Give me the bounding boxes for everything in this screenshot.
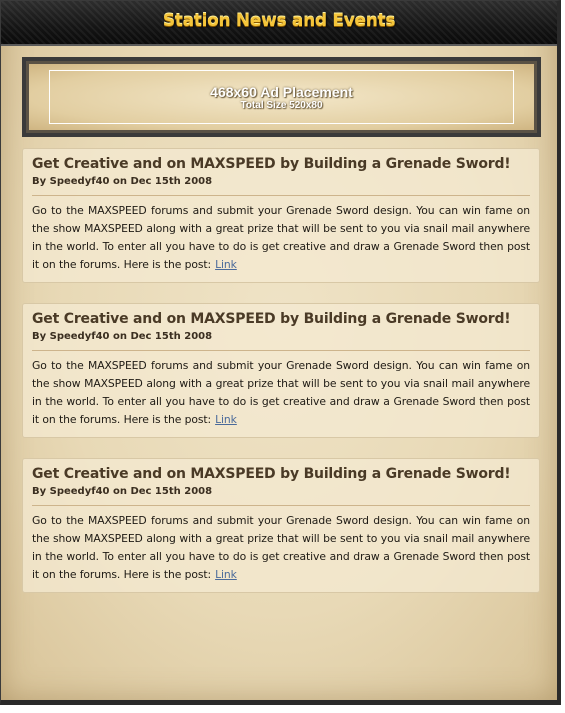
post-body-text: Go to the MAXSPEED forums and submit you… [32,204,530,271]
post-divider [32,195,530,196]
post-body: Go to the MAXSPEED forums and submit you… [32,357,530,429]
panel-header: Station News and Events [1,1,557,46]
post-title: Get Creative and on MAXSPEED by Building… [32,311,511,327]
ad-inner: 468x60 Ad Placement Total Size 520x80 [29,64,534,130]
panel-title: Station News and Events [162,11,396,31]
post-divider [32,350,530,351]
post-byline: By Speedyf40 on Dec 15th 2008 [32,331,213,342]
ad-frame: 468x60 Ad Placement Total Size 520x80 [49,70,514,124]
post-divider [32,505,530,506]
post-body-text: Go to the MAXSPEED forums and submit you… [32,514,530,581]
post-link[interactable]: Link [215,568,237,581]
post-body: Go to the MAXSPEED forums and submit you… [32,512,530,584]
news-post: Get Creative and on MAXSPEED by Building… [22,148,540,283]
post-link[interactable]: Link [215,413,237,426]
post-byline: By Speedyf40 on Dec 15th 2008 [32,486,213,497]
ad-sublabel: Total Size 520x80 [240,100,323,111]
news-panel: Station News and Events 468x60 Ad Placem… [0,0,561,705]
ad-label: 468x60 Ad Placement [210,84,353,100]
news-post: Get Creative and on MAXSPEED by Building… [22,303,540,438]
news-post: Get Creative and on MAXSPEED by Building… [22,458,540,593]
post-title: Get Creative and on MAXSPEED by Building… [32,156,511,172]
post-title: Get Creative and on MAXSPEED by Building… [32,466,511,482]
post-body: Go to the MAXSPEED forums and submit you… [32,202,530,274]
post-body-text: Go to the MAXSPEED forums and submit you… [32,359,530,426]
post-byline: By Speedyf40 on Dec 15th 2008 [32,176,213,187]
ad-placement[interactable]: 468x60 Ad Placement Total Size 520x80 [22,57,541,137]
post-link[interactable]: Link [215,258,237,271]
